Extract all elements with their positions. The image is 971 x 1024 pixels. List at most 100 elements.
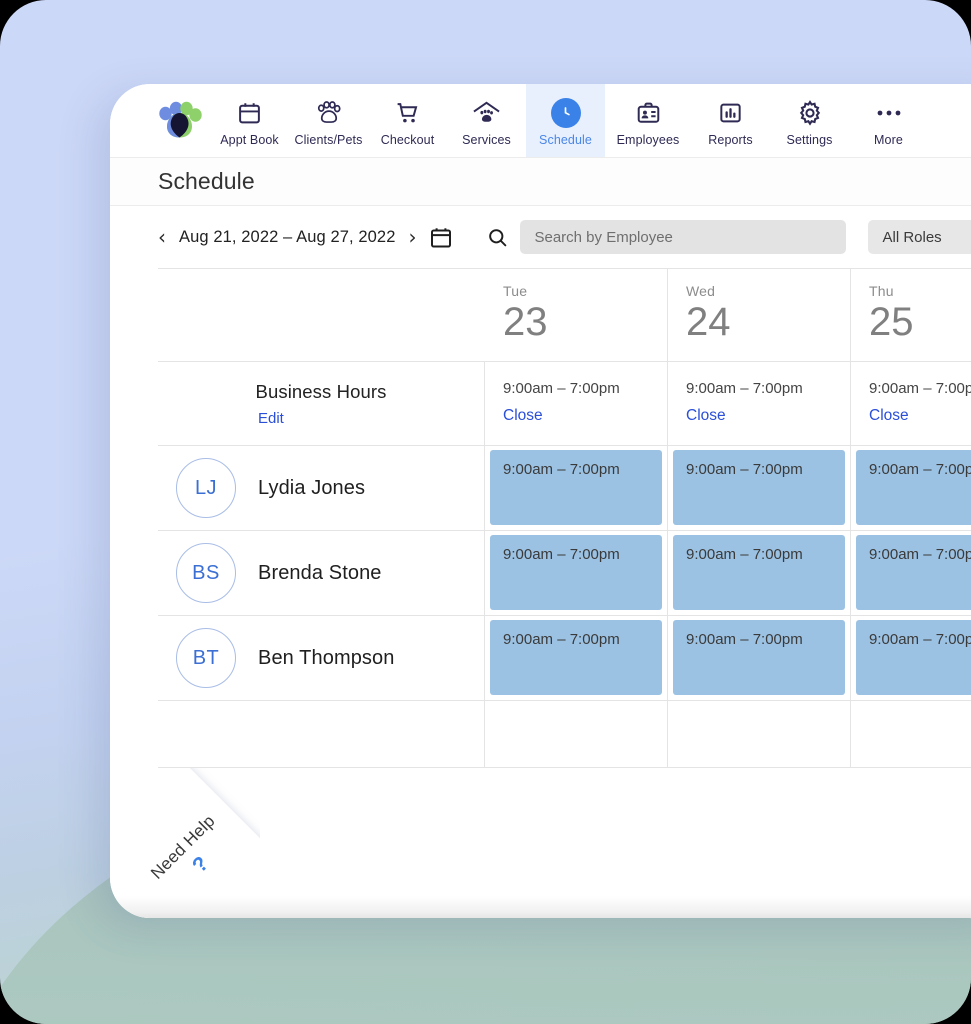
nav-item-settings[interactable]: Settings (770, 84, 849, 157)
question-mark-icon: ? (187, 852, 214, 878)
shift-block[interactable]: 9:00am – 7:00pm (856, 450, 971, 525)
house-paw-icon (472, 99, 501, 127)
empty-grid-row (158, 701, 971, 768)
search-icon[interactable] (487, 227, 508, 248)
nav-label: Services (462, 132, 511, 147)
nav-label: Settings (786, 132, 833, 147)
business-hours-row: Business Hours Edit 9:00am – 7:00pm Clos… (158, 362, 971, 446)
nav-item-employees[interactable]: Employees (605, 84, 691, 157)
avatar: LJ (176, 458, 236, 518)
shift-block[interactable]: 9:00am – 7:00pm (673, 535, 845, 610)
day-header-thu: Thu 25 (851, 269, 971, 362)
shift-cell-thu: 9:00am – 7:00pm (851, 446, 971, 531)
schedule-toolbar: ‹ Aug 21, 2022 – Aug 27, 2022 › Search b… (110, 206, 971, 268)
empty-day-cell (668, 701, 851, 768)
day-of-week: Thu (869, 283, 894, 299)
search-input-wrapper[interactable] (520, 220, 847, 254)
date-range-label: Aug 21, 2022 – Aug 27, 2022 (179, 227, 396, 246)
shift-block[interactable]: 9:00am – 7:00pm (490, 620, 662, 695)
cart-icon (395, 99, 420, 127)
day-of-month: 25 (869, 300, 914, 344)
grid-corner-cell (158, 269, 485, 362)
nav-item-clients-pets[interactable]: Clients/Pets (289, 84, 368, 157)
app-logo[interactable] (148, 84, 210, 157)
nav-item-checkout[interactable]: Checkout (368, 84, 447, 157)
nav-label: Appt Book (220, 132, 279, 147)
business-hours-edit-link[interactable]: Edit (258, 410, 284, 427)
business-hours-close-link[interactable]: Close (869, 407, 909, 425)
gear-icon (797, 99, 823, 127)
day-of-month: 23 (503, 300, 548, 344)
day-of-week: Wed (686, 283, 716, 299)
employee-name: Ben Thompson (258, 646, 395, 669)
shift-cell-tue: 9:00am – 7:00pm (485, 446, 668, 531)
page-title-bar: Schedule (110, 158, 971, 206)
business-hours-title: Business Hours (255, 380, 387, 402)
employee-row: LJ Lydia Jones 9:00am – 7:00pm 9:00am – … (158, 446, 971, 531)
day-header-row: Tue 23 Wed 24 Thu 25 (158, 269, 971, 362)
nav-item-services[interactable]: Services (447, 84, 526, 157)
id-badge-icon (636, 99, 661, 127)
employee-name-cell[interactable]: BS Brenda Stone (158, 531, 485, 616)
shift-cell-wed: 9:00am – 7:00pm (668, 531, 851, 616)
shift-cell-wed: 9:00am – 7:00pm (668, 616, 851, 701)
business-hours-value: 9:00am – 7:00pm (686, 380, 803, 397)
empty-name-cell (158, 701, 485, 768)
page-title: Schedule (158, 168, 255, 194)
business-hours-value: 9:00am – 7:00pm (869, 380, 971, 397)
nav-label: Schedule (539, 132, 592, 147)
calendar-picker-icon[interactable] (429, 225, 453, 250)
shift-block[interactable]: 9:00am – 7:00pm (673, 620, 845, 695)
shift-block[interactable]: 9:00am – 7:00pm (490, 450, 662, 525)
shift-block[interactable]: 9:00am – 7:00pm (856, 620, 971, 695)
business-hours-cell-tue: 9:00am – 7:00pm Close (485, 362, 668, 446)
business-hours-value: 9:00am – 7:00pm (503, 380, 620, 397)
date-navigator: ‹ Aug 21, 2022 – Aug 27, 2022 › (158, 227, 416, 247)
paw-icon (315, 99, 342, 127)
business-hours-close-link[interactable]: Close (503, 407, 543, 425)
nav-label: Reports (708, 132, 753, 147)
employee-row: BS Brenda Stone 9:00am – 7:00pm 9:00am –… (158, 531, 971, 616)
day-of-week: Tue (503, 283, 528, 299)
app-window: Appt Book Clients/Pets Checkout Services… (110, 84, 971, 918)
nav-item-more[interactable]: More (849, 84, 928, 157)
shift-cell-thu: 9:00am – 7:00pm (851, 531, 971, 616)
business-hours-close-link[interactable]: Close (686, 407, 726, 425)
calendar-icon (237, 99, 262, 127)
roles-filter-value: All Roles (882, 228, 942, 246)
need-help-tab: Need Help ? (110, 768, 260, 918)
employee-name-cell[interactable]: LJ Lydia Jones (158, 446, 485, 531)
top-navigation-bar: Appt Book Clients/Pets Checkout Services… (110, 84, 971, 158)
paw-logo-icon (159, 101, 202, 137)
clock-icon (550, 97, 581, 128)
nav-item-reports[interactable]: Reports (691, 84, 770, 157)
shift-block[interactable]: 9:00am – 7:00pm (490, 535, 662, 610)
nav-items: Appt Book Clients/Pets Checkout Services… (210, 84, 928, 157)
employee-search (487, 220, 847, 254)
employee-name: Brenda Stone (258, 561, 382, 584)
need-help-button[interactable]: Need Help ? (110, 768, 254, 918)
day-of-month: 24 (686, 300, 731, 344)
day-header-tue: Tue 23 (485, 269, 668, 362)
nav-item-appt-book[interactable]: Appt Book (210, 84, 289, 157)
bar-chart-icon (718, 99, 743, 127)
chevron-right-icon[interactable]: › (408, 227, 416, 247)
nav-label: More (874, 132, 903, 147)
roles-filter-dropdown[interactable]: All Roles (868, 220, 971, 254)
chevron-left-icon[interactable]: ‹ (158, 227, 166, 247)
nav-label: Checkout (380, 132, 435, 147)
shift-block[interactable]: 9:00am – 7:00pm (856, 535, 971, 610)
business-hours-cell-wed: 9:00am – 7:00pm Close (668, 362, 851, 446)
shift-block[interactable]: 9:00am – 7:00pm (673, 450, 845, 525)
search-input[interactable] (534, 228, 833, 246)
shift-cell-wed: 9:00am – 7:00pm (668, 446, 851, 531)
employee-name-cell[interactable]: BT Ben Thompson (158, 616, 485, 701)
nav-item-schedule[interactable]: Schedule (526, 84, 605, 157)
nav-label: Employees (616, 132, 680, 147)
employee-name: Lydia Jones (258, 476, 366, 499)
nav-label: Clients/Pets (294, 132, 363, 147)
business-hours-cell-thu: 9:00am – 7:00pm Close (851, 362, 971, 446)
business-hours-label-cell: Business Hours Edit (158, 362, 485, 446)
empty-day-cell (851, 701, 971, 768)
schedule-grid: Tue 23 Wed 24 Thu 25 Business Hours Edit (158, 268, 971, 768)
